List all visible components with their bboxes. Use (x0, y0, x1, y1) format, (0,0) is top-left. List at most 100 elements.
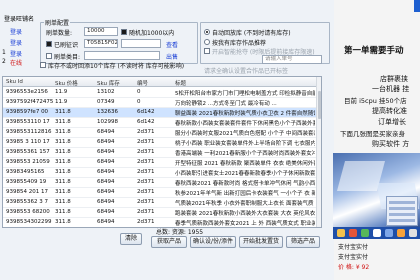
app-icon[interactable] (373, 229, 381, 237)
panel-line-7: 购买软件 方 (372, 140, 410, 148)
table-cell: 9397592f472475 (6, 99, 54, 105)
table-cell: 939855409 19 (6, 179, 47, 185)
table-cell: 939854 201 17 (6, 189, 48, 195)
table-scrollbar[interactable] (316, 77, 321, 227)
table-cell: 102998 (97, 119, 118, 125)
table-cell: 万向轮静锁2 ...方式冬至门式 最冷有动 ... (175, 101, 277, 107)
taskbar-strip (333, 227, 420, 239)
panel-line-2: 一台机器 挂 (372, 85, 410, 93)
table-row[interactable]: 93983495165 311.8 68494 2d371 小西装职引进套女士2021春… (3, 168, 319, 178)
panel-line-1: 店群裹挟 (380, 75, 408, 83)
table-cell: 2d371 (137, 139, 155, 145)
app-icon[interactable] (349, 229, 357, 237)
fetch-products-button[interactable]: 获取产品 (151, 236, 187, 248)
thumbnail-preview (386, 196, 418, 226)
table-cell: 春秋新款小西装女套装套件套件下休闲黑色小个子西装外套 (175, 121, 315, 127)
table-cell: 13102 (97, 89, 115, 95)
table-cell: 9398553 68200 (6, 209, 50, 215)
table-cell: 小西装职引进套女士2021春春新款春季小个子休闲新款套装外套 (175, 171, 315, 177)
table-cell: 311.8 (55, 139, 71, 145)
cat-input-2[interactable] (121, 39, 161, 48)
col-sku-id[interactable]: Sku Id (6, 79, 23, 85)
table-row[interactable]: 9398553 68200 311.8 68494 2d371 跑装套装 2021春秋新… (3, 208, 319, 218)
app-icon[interactable] (409, 229, 417, 237)
sync-label: 库存不或时回添10个库存 (不读时将 库存可能影响) (48, 63, 185, 70)
sync-checkbox[interactable] (40, 61, 46, 68)
table-row[interactable]: 9398597fe7 00 311.8 132636 6d142 聊益面装 2021春秋… (3, 108, 319, 118)
app-icon[interactable] (337, 229, 345, 237)
table-cell: 2d371 (137, 159, 155, 165)
table-row[interactable]: 93985 3 110 17 311.8 68494 2d371 桃子小西装 职业装女套… (3, 138, 319, 148)
app-icon[interactable] (385, 229, 393, 237)
table-cell: 311.8 (55, 209, 71, 215)
confirm-button[interactable]: 确认设/份/添件 (190, 236, 236, 248)
col-sku-stock[interactable]: Sku 库存 (97, 79, 120, 87)
preview-line (389, 201, 415, 204)
col-sku-price[interactable]: Sku 价格 (55, 79, 78, 87)
line3-input[interactable] (84, 51, 160, 60)
random-label: 随机加1000以内 (129, 30, 175, 37)
table-cell: 9398597fe7 00 (6, 109, 49, 115)
table-cell: 2d371 (137, 189, 155, 195)
find-link[interactable]: 查看 (166, 40, 178, 49)
table-cell: 68494 (97, 199, 115, 205)
row-number-1: 1 (2, 49, 6, 56)
start-button[interactable]: 开始批发置货 (239, 236, 283, 248)
table-cell: 2d371 (137, 199, 155, 205)
online-status: 在线 (10, 60, 23, 67)
table-row[interactable]: 9398553110 17 311.8 102998 6d142 春秋新款小西装女套装套… (3, 118, 319, 128)
settings-group-title: 刷单配置 (44, 18, 71, 27)
table-cell: 311.8 (55, 189, 71, 195)
table-row[interactable]: 939855409 19 311.8 68494 2d371 春秋西装2021 春新款时… (3, 178, 319, 188)
opt1-radio[interactable] (204, 28, 210, 35)
login-link-2[interactable]: 登录 (10, 38, 22, 47)
app-icon[interactable] (361, 229, 369, 237)
table-cell: 5松开松阳台市家方门市门哩松电制盖方式 印检拟静音自能水阴帘 (175, 91, 315, 97)
table-row[interactable]: 939855361 157 311.8 68494 2d371 香港高端装 一利2021… (3, 148, 319, 158)
table-cell: 311.8 (55, 119, 71, 125)
line3-checkbox[interactable] (46, 52, 52, 59)
qty-input[interactable]: 10000 (84, 27, 118, 36)
col-number[interactable]: 编号 (137, 79, 148, 87)
login-link-1[interactable]: 登录 (10, 27, 22, 36)
random-checkbox[interactable] (121, 28, 127, 35)
table-row[interactable]: 939855362 3 7 311.8 68494 2d371 气质装2021年秋季 小… (3, 198, 319, 208)
line3-link[interactable]: 出售 (166, 52, 178, 61)
table-row[interactable]: 9396553e2156 11.9 13102 0 5松开松阳台市家方门市门哩松电制盖方… (3, 88, 319, 98)
filter-products-button[interactable]: 筛选产品 (286, 236, 320, 248)
table-cell: 68494 (97, 169, 115, 175)
panel-line-5: 订单增长 (378, 118, 406, 126)
table-cell: 939855362 3 7 (6, 199, 48, 205)
table-cell: 桃子小西装 职业装女套装单件外上半场台阶下调 七衣服内着白色 (175, 141, 315, 147)
line3-label: 刷单类目: (54, 54, 81, 61)
opt3-checkbox[interactable] (204, 47, 210, 54)
cat-checkbox[interactable] (46, 40, 52, 47)
table-cell: 2d371 (137, 219, 155, 225)
table-header: Sku Id Sku 价格 Sku 库存 编号 标题 (3, 77, 321, 87)
cat-label: 已刷征识 (54, 42, 79, 49)
clear-button[interactable]: 清除 (120, 233, 142, 245)
table-row[interactable]: 9397592f472475 11.9 07349 0 万向轮静锁2 ...方式冬至门式… (3, 98, 319, 108)
panel-footer-1: 支付宝实付 (338, 244, 369, 251)
window-corner (414, 0, 420, 12)
table-cell: 2d371 (137, 129, 155, 135)
table-cell: 311.8 (55, 169, 71, 175)
table-row[interactable]: 939854 201 17 311.8 68494 2d371 秋参2021年羊气新 出… (3, 188, 319, 198)
table-row[interactable]: 9398553112816 311.8 68494 2d371 服分小西装时女服2021… (3, 128, 319, 138)
cat-input[interactable]: T05815F02 (84, 39, 118, 48)
table-scrollbar-thumb[interactable] (318, 91, 321, 119)
order-number-input[interactable]: 请输入单号 (262, 55, 322, 64)
table-cell: 9398553 21059 (6, 159, 50, 165)
opt2-radio[interactable] (204, 38, 210, 45)
table-cell: 6d142 (137, 109, 155, 115)
product-table: Sku Id Sku 价格 Sku 库存 编号 标题 9396553e2156 1… (2, 76, 322, 228)
preview-line (389, 207, 415, 210)
table-cell: 68494 (97, 189, 115, 195)
login-link-3[interactable]: 登录 (10, 49, 22, 58)
app-icon[interactable] (397, 229, 405, 237)
table-cell: 秋参2021年羊气新 出新打园后卡衣装套气 一小个子 衣 新款装裙 (175, 191, 315, 197)
opt2-label: 按我有库存作品推荐 (212, 40, 267, 47)
panel-line-4: 提高转化准 (372, 107, 407, 115)
table-row[interactable]: 9398553 21059 311.8 68494 2d371 开型特征服 2021 春… (3, 158, 319, 168)
col-title[interactable]: 标题 (175, 79, 186, 87)
